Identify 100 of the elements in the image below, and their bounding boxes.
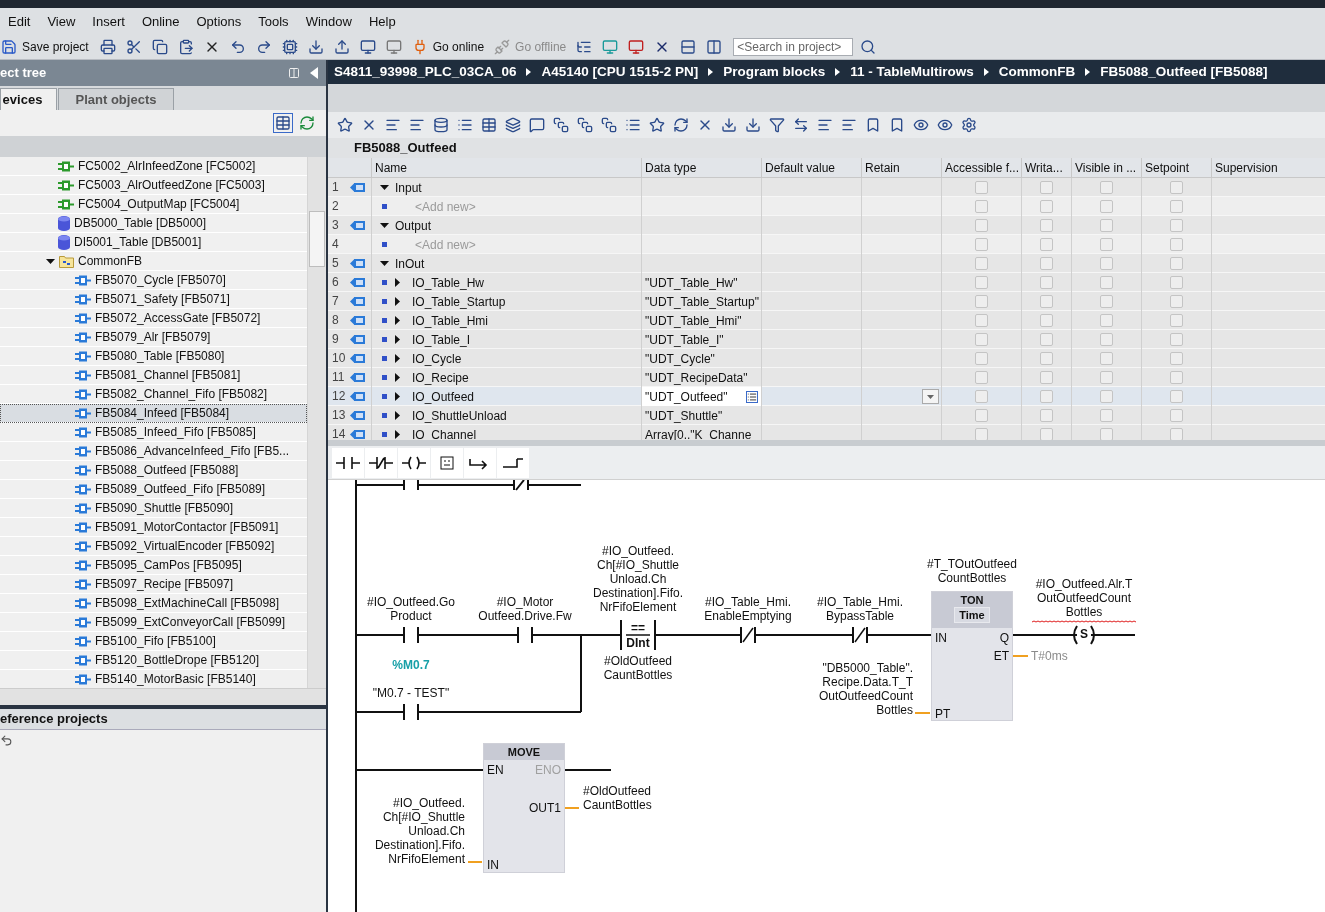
- checkbox[interactable]: [1100, 238, 1113, 251]
- expand-caret-icon[interactable]: [393, 392, 402, 401]
- column-header[interactable]: Default value: [761, 158, 861, 177]
- set-coil[interactable]: [1073, 625, 1095, 645]
- checkbox[interactable]: [1170, 333, 1183, 346]
- checkbox[interactable]: [1040, 295, 1053, 308]
- expand-caret-icon[interactable]: [393, 373, 402, 382]
- checkbox[interactable]: [975, 200, 988, 213]
- details-view-icon[interactable]: [273, 113, 293, 133]
- tree-item[interactable]: FB5099_ExtConveyorCall [FB5099]: [0, 613, 307, 632]
- checkbox[interactable]: [1100, 219, 1113, 232]
- checkbox[interactable]: [975, 276, 988, 289]
- checkbox[interactable]: [1040, 276, 1053, 289]
- expand-caret-icon[interactable]: [393, 316, 402, 325]
- checkbox[interactable]: [1100, 390, 1113, 403]
- breadcrumb-link[interactable]: A45140 [CPU 1515-2 PN]: [541, 61, 699, 83]
- table-row[interactable]: 2 <Add new>: [328, 197, 1325, 216]
- tree-item[interactable]: FB5095_CamPos [FB5095]: [0, 556, 307, 575]
- checkbox[interactable]: [1040, 352, 1053, 365]
- breadcrumb-link[interactable]: S4811_93998_PLC_03CA_06: [334, 61, 517, 83]
- breadcrumb-link[interactable]: FB5088_Outfeed [FB5088]: [1100, 61, 1268, 83]
- checkbox[interactable]: [1040, 181, 1053, 194]
- checkbox[interactable]: [975, 390, 988, 403]
- checkbox[interactable]: [1170, 257, 1183, 270]
- checkbox[interactable]: [1100, 409, 1113, 422]
- tree-item[interactable]: FB5084_Infeed [FB5084]: [0, 404, 307, 423]
- tree-item[interactable]: FB5097_Recipe [FB5097]: [0, 575, 307, 594]
- checkbox[interactable]: [1170, 181, 1183, 194]
- checkbox[interactable]: [1040, 200, 1053, 213]
- expand-caret-icon[interactable]: [380, 259, 389, 268]
- expand-caret-icon[interactable]: [393, 278, 402, 287]
- checkbox[interactable]: [1040, 238, 1053, 251]
- checkbox[interactable]: [975, 181, 988, 194]
- table-row[interactable]: 8 IO_Table_Hmi "UDT_Table_Hmi": [328, 311, 1325, 330]
- breadcrumb-link[interactable]: CommonFB: [998, 61, 1076, 83]
- checkbox[interactable]: [1170, 390, 1183, 403]
- table-row[interactable]: 4 <Add new>: [328, 235, 1325, 254]
- tree-item[interactable]: FC5004_OutputMap [FC5004]: [0, 195, 307, 214]
- go-online-button[interactable]: Go online: [408, 38, 488, 56]
- checkbox[interactable]: [1040, 333, 1053, 346]
- table-row[interactable]: 7 IO_Table_Startup "UDT_Table_Startup": [328, 292, 1325, 311]
- checkbox[interactable]: [1040, 219, 1053, 232]
- checkbox[interactable]: [1170, 314, 1183, 327]
- type-field[interactable]: Time: [954, 607, 990, 623]
- coil-icon[interactable]: [398, 447, 430, 478]
- checkbox[interactable]: [975, 219, 988, 232]
- column-header[interactable]: Retain: [861, 158, 941, 177]
- checkbox[interactable]: [1170, 295, 1183, 308]
- tree-item[interactable]: FC5003_AlrOutfeedZone [FC5003]: [0, 176, 307, 195]
- tree-item[interactable]: FB5091_MotorContactor [FB5091]: [0, 518, 307, 537]
- checkbox[interactable]: [1040, 314, 1053, 327]
- checkbox[interactable]: [1100, 181, 1113, 194]
- expand-caret-icon[interactable]: [393, 411, 402, 420]
- breadcrumb-link[interactable]: 11 - TableMultirows: [850, 61, 974, 83]
- checkbox[interactable]: [975, 352, 988, 365]
- checkbox[interactable]: [1100, 314, 1113, 327]
- tree-item[interactable]: FB5089_Outfeed_Fifo [FB5089]: [0, 480, 307, 499]
- checkbox[interactable]: [1100, 428, 1113, 440]
- column-header[interactable]: Setpoint: [1141, 158, 1211, 177]
- checkbox[interactable]: [975, 238, 988, 251]
- checkbox[interactable]: [975, 333, 988, 346]
- menu-item[interactable]: Help: [368, 11, 396, 32]
- menu-item[interactable]: Tools: [258, 11, 289, 32]
- menu-item[interactable]: Insert: [92, 11, 125, 32]
- expand-caret-icon[interactable]: [46, 256, 55, 266]
- checkbox[interactable]: [1170, 352, 1183, 365]
- tree-item[interactable]: FB5071_Safety [FB5071]: [0, 290, 307, 309]
- tree-item[interactable]: FB5088_Outfeed [FB5088]: [0, 461, 307, 480]
- nc-contact-icon[interactable]: [365, 447, 397, 478]
- checkbox[interactable]: [1040, 257, 1053, 270]
- column-header[interactable]: Accessible f...: [941, 158, 1021, 177]
- checkbox[interactable]: [1100, 333, 1113, 346]
- tree-item[interactable]: CommonFB: [0, 252, 307, 271]
- panel-tab[interactable]: Plant objects: [58, 88, 174, 110]
- checkbox[interactable]: [975, 409, 988, 422]
- tree-item[interactable]: FB5081_Channel [FB5081]: [0, 366, 307, 385]
- table-row[interactable]: 12 IO_Outfeed "UDT_Outfeed": [328, 387, 1325, 406]
- tree-item[interactable]: FC5002_AlrInfeedZone [FC5002]: [0, 157, 307, 176]
- close-branch-icon[interactable]: [497, 447, 529, 478]
- checkbox[interactable]: [975, 295, 988, 308]
- panel-tab[interactable]: evices: [0, 88, 57, 110]
- checkbox[interactable]: [1100, 371, 1113, 384]
- normally-closed-contact[interactable]: [852, 626, 868, 644]
- checkbox[interactable]: [1100, 200, 1113, 213]
- vertical-scrollbar[interactable]: [308, 157, 326, 688]
- normally-open-contact[interactable]: [517, 626, 533, 644]
- checkbox[interactable]: [1040, 428, 1053, 440]
- tree-item[interactable]: FB5070_Cycle [FB5070]: [0, 271, 307, 290]
- tree-item[interactable]: FB5098_ExtMachineCall [FB5098]: [0, 594, 307, 613]
- tree-item[interactable]: FB5085_Infeed_Fifo [FB5085]: [0, 423, 307, 442]
- checkbox[interactable]: [1170, 409, 1183, 422]
- open-branch-icon[interactable]: [464, 447, 496, 478]
- normally-open-contact[interactable]: [403, 703, 419, 721]
- tree-item[interactable]: DI5001_Table [DB5001]: [0, 233, 307, 252]
- normally-open-contact[interactable]: [403, 626, 419, 644]
- table-row[interactable]: 5 InOut: [328, 254, 1325, 273]
- checkbox[interactable]: [1170, 428, 1183, 440]
- compare-contact[interactable]: [620, 619, 656, 651]
- checkbox[interactable]: [1100, 295, 1113, 308]
- menu-item[interactable]: Online: [141, 11, 180, 32]
